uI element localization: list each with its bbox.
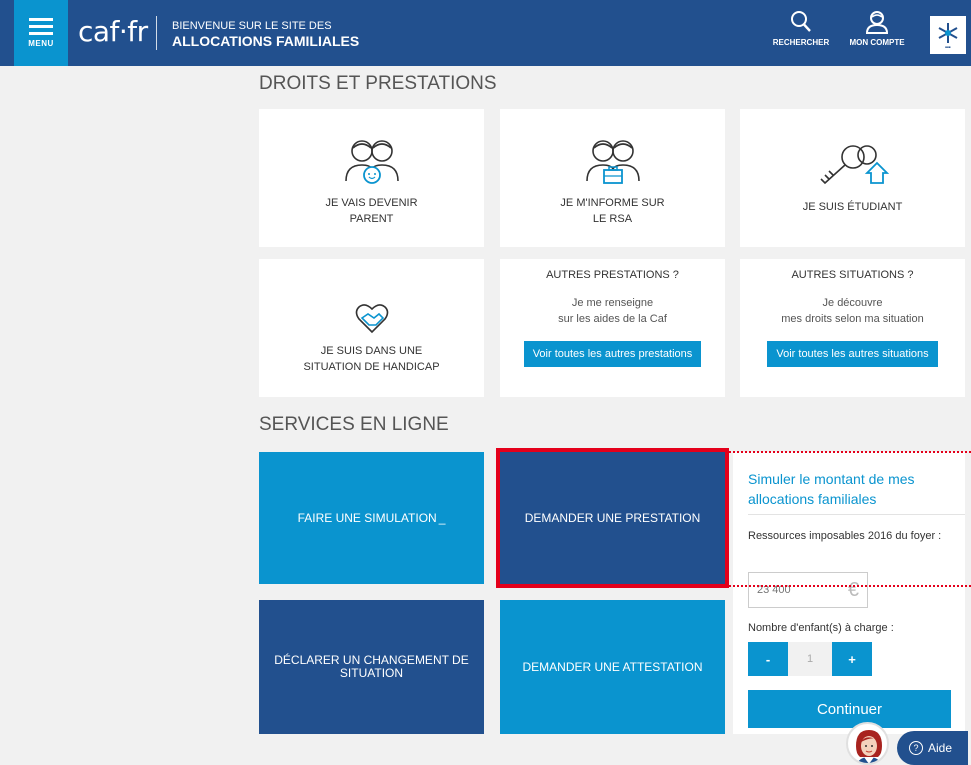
keys-house-icon <box>819 145 889 185</box>
search-label: RECHERCHER <box>772 38 830 47</box>
account-label: MON COMPTE <box>849 38 905 47</box>
welcome-line1: BIENVENUE SUR LE SITE DES <box>172 20 332 32</box>
tile-label-line1: JE VAIS DEVENIR <box>325 197 418 209</box>
demander-prestation-tile[interactable]: DEMANDER UNE PRESTATION <box>500 452 725 584</box>
site-header: MENU caf·fr BIENVENUE SUR LE SITE DES AL… <box>0 0 971 66</box>
tile-autres-situations: AUTRES SITUATIONS ? Je découvre mes droi… <box>740 259 965 397</box>
declarer-changement-tile[interactable]: DÉCLARER UN CHANGEMENT DE SITUATION <box>259 600 484 734</box>
tile-label-line2: LE RSA <box>592 213 633 225</box>
heart-handshake-icon <box>355 304 388 334</box>
menu-label: MENU <box>28 39 54 48</box>
tile-rsa[interactable]: JE M'INFORME SUR LE RSA <box>500 109 725 247</box>
autres-situations-heading: AUTRES SITUATIONS ? <box>791 269 914 281</box>
search-icon <box>791 11 811 32</box>
welcome-text: BIENVENUE SUR LE SITE DES ALLOCATIONS FA… <box>172 19 359 49</box>
continuer-button[interactable]: Continuer <box>748 690 951 728</box>
flag-caption: ■■■ <box>945 44 951 49</box>
children-stepper: - 1 + <box>748 642 872 676</box>
parents-baby-icon <box>344 140 399 184</box>
account-button[interactable]: MON COMPTE <box>844 10 910 47</box>
children-count[interactable]: 1 <box>788 642 832 676</box>
simulator-panel: Simuler le montant de mes allocations fa… <box>733 452 965 734</box>
tile-label-line1: JE M'INFORME SUR <box>560 197 665 209</box>
autres-prestations-line2: sur les aides de la Caf <box>558 313 667 325</box>
tile-handicap[interactable]: JE SUIS DANS UNE SITUATION DE HANDICAP <box>259 259 484 397</box>
section-title-droits: DROITS ET PRESTATIONS <box>259 73 497 94</box>
tile-etudiant[interactable]: JE SUIS ÉTUDIANT <box>740 109 965 247</box>
text-cursor: _ <box>438 510 446 525</box>
ressources-field[interactable]: € <box>748 572 868 608</box>
aide-button[interactable]: ? Aide <box>897 731 968 765</box>
autres-prestations-desc: Je me renseigne sur les aides de la Caf <box>558 295 667 327</box>
children-label: Nombre d'enfant(s) à charge : <box>748 622 894 634</box>
autres-situations-desc: Je découvre mes droits selon ma situatio… <box>781 295 923 327</box>
welcome-line2: ALLOCATIONS FAMILIALES <box>172 33 360 49</box>
caf-logo[interactable]: caf·fr <box>78 14 148 50</box>
tile-label-line1: JE SUIS ÉTUDIANT <box>802 201 903 213</box>
ressources-label: Ressources imposables 2016 du foyer : <box>748 530 942 542</box>
increment-button[interactable]: + <box>832 642 872 676</box>
ressources-input[interactable] <box>757 584 837 596</box>
voir-autres-prestations-button[interactable]: Voir toutes les autres prestations <box>523 341 702 367</box>
tile-devenir-parent[interactable]: JE VAIS DEVENIR PARENT <box>259 109 484 247</box>
assistant-avatar[interactable] <box>846 722 889 765</box>
voir-autres-situations-button[interactable]: Voir toutes les autres situations <box>767 341 938 367</box>
hamburger-icon <box>29 18 53 35</box>
tile-label-line2: SITUATION DE HANDICAP <box>303 361 440 373</box>
snowflake-emblem-icon <box>938 22 958 43</box>
menu-button[interactable]: MENU <box>14 0 68 66</box>
faire-simulation-tile[interactable]: FAIRE UNE SIMULATION _ <box>259 452 484 584</box>
autres-situations-line2: mes droits selon ma situation <box>781 313 924 325</box>
autres-situations-line1: Je découvre <box>822 297 883 309</box>
euro-icon: € <box>847 578 859 601</box>
people-briefcase-icon <box>585 140 640 184</box>
user-icon <box>865 11 889 34</box>
faire-simulation-label: FAIRE UNE SIMULATION <box>297 510 437 525</box>
logo-divider <box>156 16 157 50</box>
decrement-button[interactable]: - <box>748 642 788 676</box>
tile-label-line2: PARENT <box>349 213 394 225</box>
demander-attestation-tile[interactable]: DEMANDER UNE ATTESTATION <box>500 600 725 734</box>
demander-prestation-label: DEMANDER UNE PRESTATION <box>524 510 701 525</box>
autres-prestations-line1: Je me renseigne <box>571 297 654 309</box>
section-title-services: SERVICES EN LIGNE <box>259 414 449 435</box>
simulator-title[interactable]: Simuler le montant de mes allocations fa… <box>748 469 953 509</box>
assistant-face-icon <box>856 730 882 763</box>
aide-label: Aide <box>928 741 953 755</box>
autres-prestations-heading: AUTRES PRESTATIONS ? <box>546 269 679 281</box>
tile-autres-prestations: AUTRES PRESTATIONS ? Je me renseigne sur… <box>500 259 725 397</box>
simulator-divider <box>748 514 965 515</box>
demander-attestation-label: DEMANDER UNE ATTESTATION <box>522 659 703 674</box>
search-button[interactable]: RECHERCHER <box>771 10 831 47</box>
tile-label-line1: JE SUIS DANS UNE <box>320 345 423 357</box>
help-icon: ? <box>909 741 923 755</box>
declarer-line2: SITUATION <box>339 666 404 680</box>
allocations-familiales-logo[interactable]: ■■■ <box>930 16 966 54</box>
